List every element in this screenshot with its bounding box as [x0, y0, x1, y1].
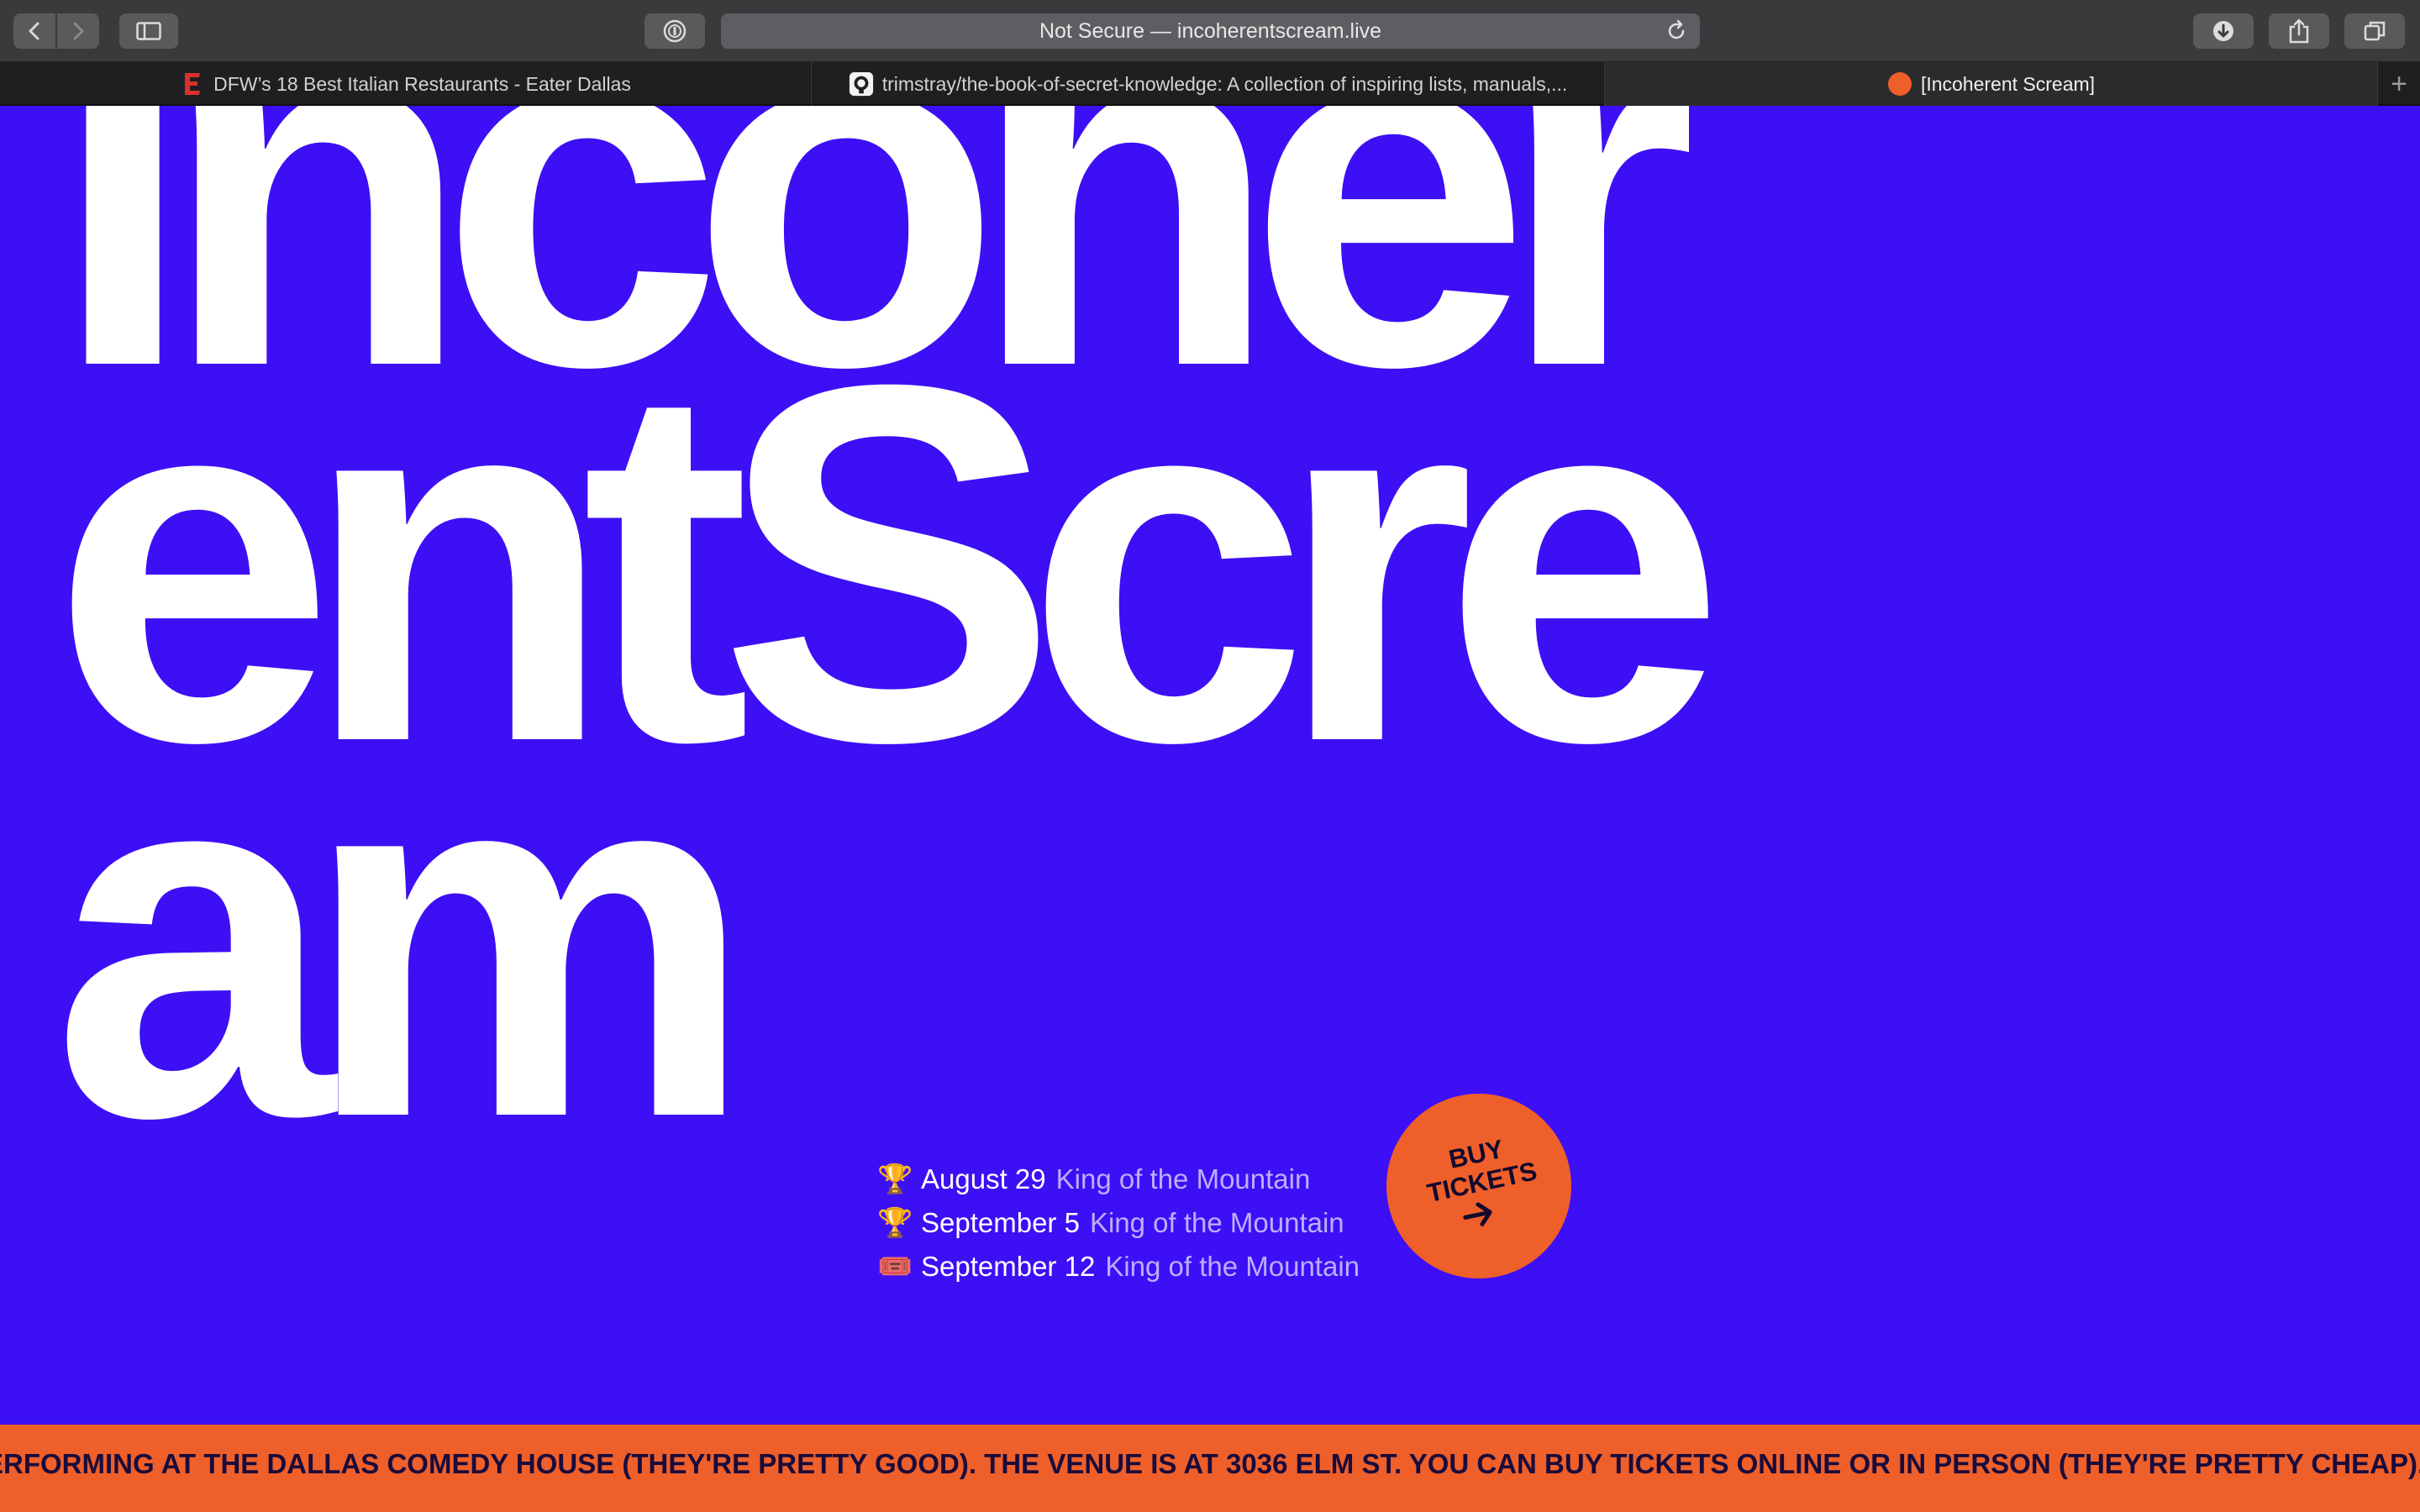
- tab-label: [Incoherent Scream]: [1920, 72, 2096, 95]
- trophy-icon: 🏆: [877, 1163, 913, 1195]
- show-date: August 29: [921, 1163, 1046, 1194]
- sidebar-icon: [136, 22, 161, 40]
- arrow-right-icon: [1459, 1197, 1498, 1236]
- address-bar[interactable]: Not Secure — incoherentscream.live: [721, 13, 1700, 49]
- chevron-right-icon: [73, 22, 84, 40]
- tab-label: DFW’s 18 Best Italian Restaurants - Eate…: [213, 72, 631, 95]
- reload-button[interactable]: [1665, 19, 1688, 49]
- marquee-text: ERFORMING AT THE DALLAS COMEDY HOUSE (TH…: [0, 1448, 2420, 1479]
- eater-icon: [180, 71, 205, 97]
- tabs-overview-icon: [2364, 21, 2386, 41]
- ticket-icon: 🎟️: [877, 1251, 913, 1283]
- download-icon: [2213, 21, 2233, 41]
- password-button[interactable]: [644, 13, 705, 49]
- downloads-button[interactable]: [2193, 13, 2254, 49]
- show-date: September 12: [921, 1251, 1096, 1282]
- share-icon: [2289, 18, 2309, 44]
- info-marquee: ERFORMING AT THE DALLAS COMEDY HOUSE (TH…: [0, 1425, 2420, 1512]
- tab-github[interactable]: trimstray/the-book-of-secret-knowledge: …: [812, 62, 1605, 106]
- chevron-left-icon: [29, 22, 39, 40]
- show-item[interactable]: 🏆 August 29 King of the Mountain: [877, 1158, 1360, 1201]
- tab-label: trimstray/the-book-of-secret-knowledge: …: [881, 72, 1568, 95]
- github-icon: [849, 71, 874, 97]
- tabs-overview-button[interactable]: [2344, 13, 2405, 49]
- nav-buttons: [13, 13, 99, 49]
- buy-tickets-button[interactable]: BUY TICKETS: [1386, 1094, 1571, 1278]
- tab-eater[interactable]: DFW’s 18 Best Italian Restaurants - Eate…: [0, 62, 812, 106]
- show-list: 🏆 August 29 King of the Mountain 🏆 Septe…: [877, 1158, 1360, 1289]
- tab-bar: DFW’s 18 Best Italian Restaurants - Eate…: [0, 62, 2420, 106]
- password-key-icon: [663, 19, 687, 43]
- browser-toolbar: Not Secure — incoherentscream.live: [0, 0, 2420, 62]
- share-button[interactable]: [2269, 13, 2329, 49]
- reload-icon: [1668, 19, 1685, 39]
- sidebar-button[interactable]: [119, 13, 178, 49]
- show-title: King of the Mountain: [1089, 1207, 1344, 1238]
- show-item[interactable]: 🎟️ September 12 King of the Mountain: [877, 1245, 1360, 1289]
- trophy-icon: 🏆: [877, 1207, 913, 1239]
- show-date: September 5: [921, 1207, 1080, 1238]
- buy-tickets-label: BUY TICKETS: [1418, 1128, 1539, 1207]
- page-body: Incoher entScre am 🏆 August 29 King of t…: [0, 106, 2420, 1512]
- show-item[interactable]: 🏆 September 5 King of the Mountain: [877, 1201, 1360, 1245]
- tab-incoherent-scream[interactable]: [Incoherent Scream]: [1605, 62, 2378, 106]
- orange-dot-icon: [1887, 71, 1912, 97]
- back-button[interactable]: [13, 13, 55, 49]
- forward-button[interactable]: [55, 13, 99, 49]
- plus-icon: +: [2391, 67, 2407, 100]
- address-text: Not Secure — incoherentscream.live: [1039, 18, 1382, 43]
- new-tab-button[interactable]: +: [2378, 62, 2420, 106]
- site-headline: Incoher entScre am: [52, 106, 2237, 1194]
- show-title: King of the Mountain: [1105, 1251, 1360, 1282]
- show-title: King of the Mountain: [1055, 1163, 1311, 1194]
